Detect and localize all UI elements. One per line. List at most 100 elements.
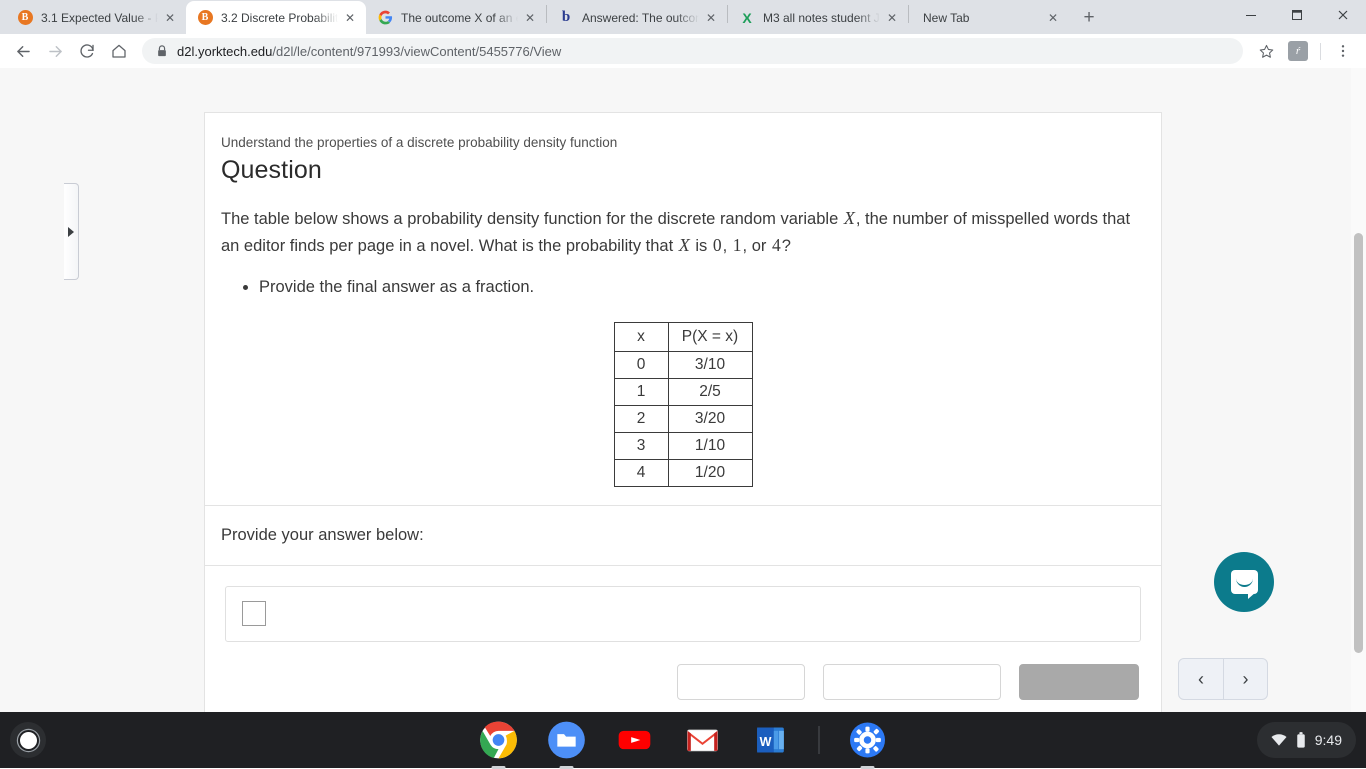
cell-p: 2/5: [668, 378, 752, 405]
table-header-row: x P(X = x): [614, 322, 752, 351]
cell-p: 3/10: [668, 351, 752, 378]
launcher-icon: [20, 732, 37, 749]
math-variable-x: X: [678, 235, 691, 255]
back-icon[interactable]: [8, 36, 38, 66]
tab-title: Answered: The outcome: [582, 11, 699, 25]
question-section: Understand the properties of a discrete …: [205, 113, 1161, 505]
bookmark-star-icon[interactable]: [1251, 36, 1281, 66]
cell-p: 1/10: [668, 432, 752, 459]
address-text: d2l.yorktech.edu/d2l/le/content/971993/v…: [177, 44, 561, 59]
answer-area: [205, 566, 1161, 642]
secondary-button-2[interactable]: [823, 664, 1001, 700]
lock-icon: [156, 44, 168, 58]
chat-bubble-icon: [1231, 570, 1258, 594]
brightspace-icon: B: [17, 10, 33, 26]
next-page-button[interactable]: ›: [1223, 659, 1267, 699]
page-viewport: Understand the properties of a discrete …: [0, 68, 1366, 712]
submit-button[interactable]: [1019, 664, 1139, 700]
smile-icon: [1236, 578, 1253, 587]
clock-time: 9:49: [1315, 732, 1342, 748]
cell-p: 3/20: [668, 405, 752, 432]
toolbar-separator: [1320, 43, 1321, 60]
answer-input[interactable]: [225, 586, 1141, 642]
minimize-button[interactable]: [1228, 0, 1274, 30]
column-header-px: P(X = x): [668, 322, 752, 351]
table-row: 1 2/5: [614, 378, 752, 405]
question-part-1: The table below shows a probability dens…: [221, 210, 843, 228]
browser-toolbar: d2l.yorktech.edu/d2l/le/content/971993/v…: [0, 34, 1366, 68]
secondary-button-1[interactable]: [677, 664, 805, 700]
question-end: ?: [782, 237, 791, 255]
answer-prompt: Provide your answer below:: [205, 506, 1161, 565]
expand-side-panel-handle[interactable]: [64, 183, 79, 280]
instruction-list: Provide the final answer as a fraction.: [259, 275, 1145, 300]
chevron-right-icon: [68, 227, 74, 237]
gmail-app-icon[interactable]: [683, 720, 723, 760]
tab-title: New Tab: [923, 11, 1041, 25]
page-title: Question: [221, 156, 1145, 185]
action-button-row: [205, 642, 1161, 712]
tab-close-button[interactable]: ✕: [703, 10, 719, 26]
chrome-app-icon[interactable]: [479, 720, 519, 760]
new-tab-button[interactable]: +: [1075, 3, 1103, 31]
system-tray[interactable]: 9:49: [1257, 722, 1356, 758]
tab-close-button[interactable]: ✕: [1045, 10, 1061, 26]
question-text: The table below shows a probability dens…: [221, 205, 1145, 259]
browser-tab-1[interactable]: B 3.1 Expected Value - Pro ✕: [6, 1, 186, 34]
url-host: d2l.yorktech.edu: [177, 44, 272, 59]
tab-strip: B 3.1 Expected Value - Pro ✕ B 3.2 Discr…: [0, 0, 1366, 34]
content-pager: ‹ ›: [1178, 658, 1268, 700]
settings-app-icon[interactable]: [848, 720, 888, 760]
chat-launcher-button[interactable]: [1214, 552, 1274, 612]
probability-table: x P(X = x) 0 3/10 1 2/5: [614, 322, 753, 487]
browser-tab-5[interactable]: X M3 all notes student Jai ✕: [728, 1, 908, 34]
battery-icon: [1296, 732, 1306, 749]
browser-tab-6-newtab[interactable]: New Tab ✕: [909, 1, 1069, 34]
cell-x: 3: [614, 432, 668, 459]
excel-icon: X: [739, 10, 755, 26]
browser-tab-3[interactable]: The outcome X of an exp ✕: [366, 1, 546, 34]
cell-x: 0: [614, 351, 668, 378]
url-path: /d2l/le/content/971993/viewContent/54557…: [272, 44, 561, 59]
wifi-icon: [1271, 733, 1287, 747]
learning-objective: Understand the properties of a discrete …: [221, 135, 1145, 150]
address-bar[interactable]: d2l.yorktech.edu/d2l/le/content/971993/v…: [142, 38, 1243, 64]
maximize-button[interactable]: [1274, 0, 1320, 30]
svg-text:W: W: [760, 735, 772, 749]
math-number-1: 1: [732, 235, 743, 255]
tab-title: M3 all notes student Jai: [763, 11, 880, 25]
files-app-icon[interactable]: [547, 720, 587, 760]
table-row: 0 3/10: [614, 351, 752, 378]
system-shelf: W: [0, 712, 1366, 768]
close-window-button[interactable]: [1320, 0, 1366, 30]
launcher-button[interactable]: [10, 722, 46, 758]
tab-close-button[interactable]: ✕: [522, 10, 538, 26]
extension-icon[interactable]: ŕ: [1283, 36, 1313, 66]
math-variable-x: X: [843, 208, 856, 228]
shelf-app-list: W: [479, 720, 888, 760]
cell-x: 1: [614, 378, 668, 405]
scrollbar-thumb[interactable]: [1354, 233, 1363, 653]
reload-icon[interactable]: [72, 36, 102, 66]
page-scrollbar[interactable]: [1351, 68, 1366, 712]
home-icon[interactable]: [104, 36, 134, 66]
tab-close-button[interactable]: ✕: [884, 10, 900, 26]
column-header-x: x: [614, 322, 668, 351]
browser-tab-4[interactable]: b Answered: The outcome ✕: [547, 1, 727, 34]
youtube-app-icon[interactable]: [615, 720, 655, 760]
tab-close-button[interactable]: ✕: [162, 10, 178, 26]
forward-icon[interactable]: [40, 36, 70, 66]
cell-x: 4: [614, 459, 668, 486]
word-app-icon[interactable]: W: [751, 720, 791, 760]
brightspace-icon: B: [197, 10, 213, 26]
tab-close-button[interactable]: ✕: [342, 10, 358, 26]
previous-page-button[interactable]: ‹: [1179, 659, 1223, 699]
question-or: , or: [743, 237, 771, 255]
tab-title: The outcome X of an exp: [401, 11, 518, 25]
window-controls: [1228, 0, 1366, 30]
tab-title: 3.1 Expected Value - Pro: [41, 11, 158, 25]
browser-menu-icon[interactable]: [1328, 36, 1358, 66]
browser-tab-2-active[interactable]: B 3.2 Discrete Probability - ✕: [186, 1, 366, 34]
bartleby-icon: b: [558, 10, 574, 26]
table-row: 4 1/20: [614, 459, 752, 486]
